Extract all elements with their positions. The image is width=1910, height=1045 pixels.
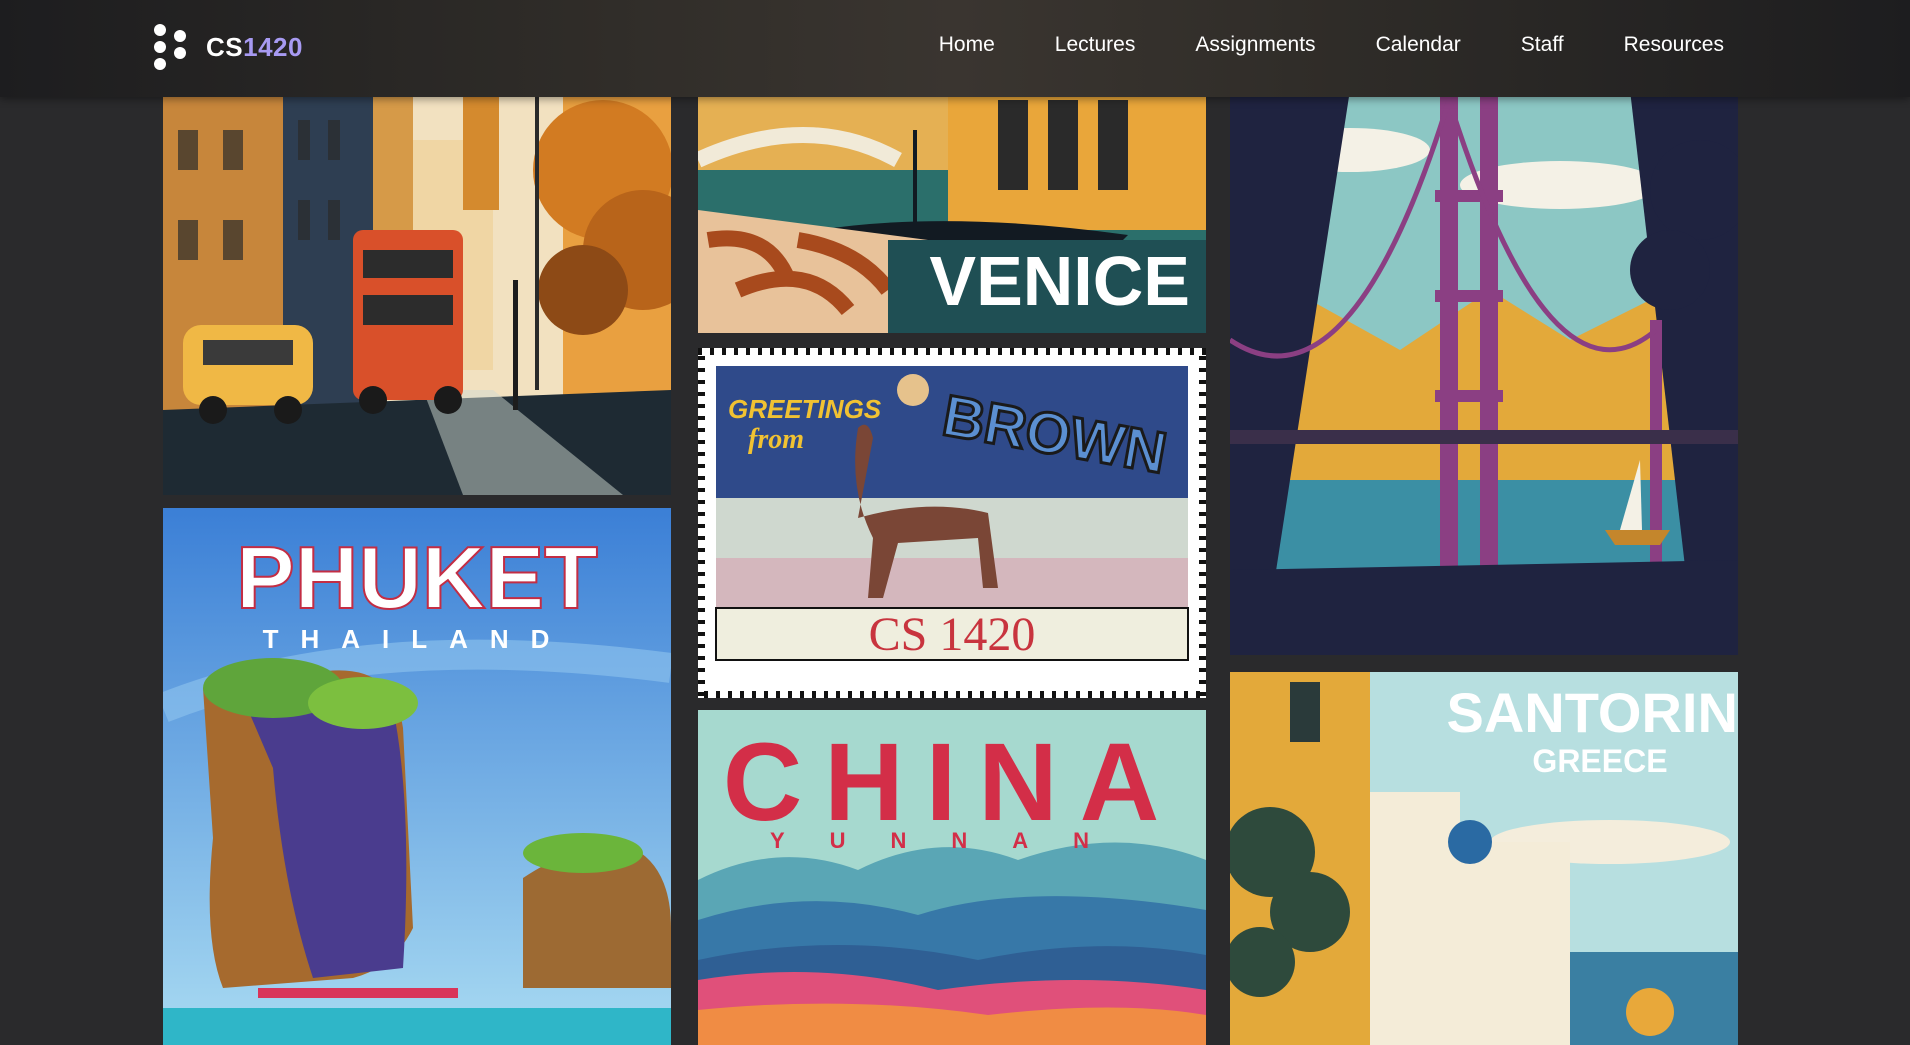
nav-link-lectures[interactable]: Lectures xyxy=(1055,33,1136,57)
brand-prefix: CS xyxy=(206,31,244,62)
stamp-cs1420: GREETINGS from BROWN CS 1420 xyxy=(698,348,1206,698)
poster-venice: VENICE xyxy=(698,90,1206,333)
logo-dots-icon xyxy=(152,24,192,70)
brand-number: 1420 xyxy=(243,31,303,62)
stamp-course-name: CS 1420 xyxy=(869,608,1036,661)
nav-link-assignments[interactable]: Assignments xyxy=(1195,33,1315,57)
china-subtitle: YUNNAN xyxy=(770,828,1134,853)
china-title: CHINA xyxy=(723,721,1181,844)
site-logo[interactable]: CS1420 xyxy=(152,24,303,70)
stamp-greeting-line1: GREETINGS xyxy=(728,394,882,424)
nav-link-calendar[interactable]: Calendar xyxy=(1376,33,1461,57)
nav-links: Home Lectures Assignments Calendar Staff… xyxy=(939,33,1724,57)
poster-phuket: PHUKET THAILAND xyxy=(163,508,671,1045)
site-brand: CS1420 xyxy=(206,32,303,63)
santorini-title: SANTORINI xyxy=(1447,681,1739,744)
nav-link-staff[interactable]: Staff xyxy=(1521,33,1564,57)
santorini-subtitle: GREECE xyxy=(1532,743,1667,779)
stamp-greeting-line2: from xyxy=(748,424,804,455)
poster-china: CHINA YUNNAN xyxy=(698,710,1206,1045)
nav-link-resources[interactable]: Resources xyxy=(1624,33,1724,57)
poster-santorini: SANTORINI GREECE xyxy=(1230,672,1738,1045)
venice-title: VENICE xyxy=(929,242,1190,320)
top-nav-bar: CS1420 Home Lectures Assignments Calenda… xyxy=(0,0,1910,97)
poster-golden-gate xyxy=(1230,90,1738,655)
nav-link-home[interactable]: Home xyxy=(939,33,995,57)
phuket-subtitle: THAILAND xyxy=(263,624,572,654)
phuket-title: PHUKET xyxy=(236,528,598,627)
poster-city-street xyxy=(163,90,671,495)
